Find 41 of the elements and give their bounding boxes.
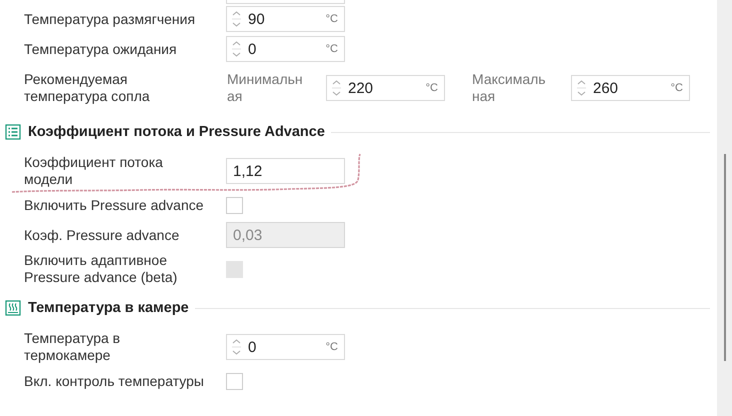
spin-field[interactable]: 0 °C (226, 36, 345, 62)
field-label: Включить Pressure advance (24, 196, 205, 214)
field-value: 90 (248, 10, 266, 28)
field-label: Максимальная (472, 71, 547, 105)
spinner-icon (231, 10, 242, 28)
unit-label: °C (326, 43, 338, 55)
spinner-icon (231, 40, 242, 58)
heat-icon (5, 300, 21, 316)
field-label: Вкл. контроль температуры (24, 372, 205, 390)
spin-field[interactable]: 220 °C (326, 75, 445, 101)
unit-label: °C (426, 82, 438, 94)
scrollbar-thumb[interactable] (724, 154, 726, 361)
field-label: Температура в термокамере (24, 330, 122, 364)
unit-label: °C (670, 82, 683, 94)
field-label: Минимальная (227, 71, 304, 105)
section-title: Коэффициент потока и Pressure Advance (28, 124, 325, 140)
field-label: Температура размягчения (24, 10, 196, 28)
spinner-icon (231, 338, 242, 356)
checkbox[interactable] (226, 372, 243, 390)
spin-field[interactable]: 0 °C (226, 334, 345, 360)
spinner-icon (331, 79, 342, 97)
spinner-icon (576, 79, 587, 97)
checkbox[interactable] (226, 196, 243, 214)
field-value: 220 (348, 80, 374, 96)
input-field[interactable]: 1,12 (226, 158, 345, 184)
field-label: Коэф. Pressure advance (24, 226, 180, 244)
field-value: 0,03 (232, 226, 264, 244)
spin-field[interactable]: 90 °C (226, 6, 345, 32)
section-title: Температура в камере (28, 300, 189, 316)
field-value: 260 (593, 80, 620, 96)
unit-label: °C (326, 341, 338, 353)
field-value: 0 (248, 40, 258, 58)
field-value: 0 (248, 338, 258, 356)
field-label: Коэффициент потока модели (24, 154, 164, 188)
field-label: Температура ожидания (24, 40, 178, 58)
field-label: Включить адаптивное Pressure advance (beta) (24, 252, 178, 286)
field-value: 1,12 (232, 162, 264, 180)
unit-label: °C (326, 13, 338, 25)
spin-field[interactable]: 260 °C (571, 75, 690, 101)
field-label: Рекомендуемая температура сопла (24, 71, 151, 105)
list-icon (5, 124, 21, 140)
